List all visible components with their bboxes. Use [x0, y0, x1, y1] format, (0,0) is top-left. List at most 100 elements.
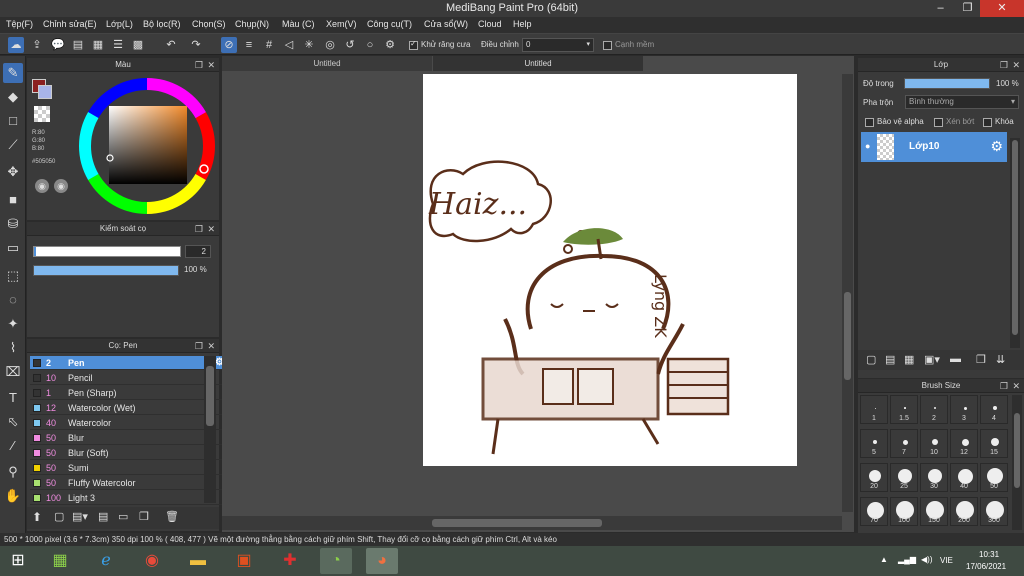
add-brush-icon[interactable]: ⬆ [32, 510, 42, 524]
internet-explorer-icon[interactable]: ℯ [90, 548, 122, 574]
app-stack-icon[interactable]: ▦ [44, 548, 76, 574]
windows-start-icon[interactable]: ⊞ [2, 548, 34, 574]
duplicate-icon[interactable]: ❐ [139, 510, 149, 523]
brush-item[interactable]: 2 Pen ⚙ [30, 356, 228, 370]
list-icon[interactable]: ☰ [110, 37, 126, 53]
brush-item[interactable]: 10 Pencil [30, 371, 228, 385]
hand-tool-icon[interactable]: ✋ [3, 486, 23, 506]
settings-icon[interactable]: ⚙ [382, 37, 398, 53]
folder-icon[interactable]: ▬ [950, 353, 961, 365]
popout-icon[interactable]: ❐ [1000, 58, 1008, 72]
medibang-icon[interactable]: ◕ [366, 548, 398, 574]
select-rect-icon[interactable]: ⬚ [3, 266, 23, 286]
gradient-tool-icon[interactable]: ▭ [3, 238, 23, 258]
canvas-hscroll[interactable] [222, 516, 842, 530]
select-eraser-icon[interactable]: ⌧ [3, 362, 23, 382]
chrome-icon[interactable]: ◉ [136, 548, 168, 574]
brush-tool-icon[interactable]: ✎ [3, 63, 23, 83]
duplicate-layer-icon[interactable]: ❐ [976, 353, 986, 366]
brush-size-cell[interactable]: 200 [950, 497, 978, 526]
comment-icon[interactable]: 💬 [50, 37, 66, 53]
transparent-swatch[interactable] [34, 106, 50, 122]
brush-size-cell[interactable]: 10 [920, 429, 948, 458]
clock-date[interactable]: 17/06/2021 [966, 562, 1006, 571]
popout-icon[interactable]: ❐ [1000, 379, 1008, 393]
layer-row[interactable]: ● Lớp10 ⚙ [861, 132, 1007, 162]
cloud-icon[interactable]: ☁ [8, 37, 24, 53]
redo-icon[interactable]: ↷ [188, 37, 204, 53]
eye-icon[interactable]: ● [865, 141, 870, 151]
protect-alpha-checkbox[interactable] [865, 118, 874, 127]
menu-select[interactable]: Chọn(S) [192, 19, 226, 29]
clipping-checkbox[interactable] [934, 118, 943, 127]
brush-size-cell[interactable]: 2 [920, 395, 948, 424]
trash-icon[interactable]: 🗑 [165, 510, 179, 523]
antialias-checkbox[interactable]: ✓ [409, 39, 418, 50]
document-icon[interactable]: ▦ [90, 37, 106, 53]
brush-item[interactable]: 50 Blur (Soft) [30, 446, 228, 460]
close-icon[interactable]: ✕ [207, 58, 215, 72]
correction-select[interactable]: 0 ▾ [522, 38, 594, 52]
grid-icon[interactable]: ▩ [130, 37, 146, 53]
brush-size-value[interactable]: 2 [185, 245, 211, 258]
brush-size-cell[interactable]: 1.5 [890, 395, 918, 424]
snap-off-icon[interactable]: ⊘ [221, 37, 237, 53]
brush-size-cell[interactable]: 50 [980, 463, 1008, 492]
layer-scrollbar[interactable] [1010, 138, 1020, 348]
menu-color[interactable]: Màu (C) [282, 19, 315, 29]
brush-list-scrollbar[interactable] [204, 356, 216, 503]
brush-size-cell[interactable]: 40 [950, 463, 978, 492]
eyedropper-icon[interactable]: ⚲ [3, 462, 23, 482]
media-icon[interactable]: ▣ [228, 548, 260, 574]
brush-size-slider[interactable] [33, 246, 181, 257]
brush-size-cell[interactable]: 12 [950, 429, 978, 458]
brush-item[interactable]: 12 Watercolor (Wet) [30, 401, 228, 415]
close-button[interactable]: ✕ [980, 0, 1024, 17]
brush-size-cell[interactable]: 7 [890, 429, 918, 458]
menu-capture[interactable]: Chụp(N) [235, 19, 269, 29]
brush-size-cell[interactable]: 4 [980, 395, 1008, 424]
rectangle-fill-icon[interactable]: ■ [3, 190, 23, 210]
undo-icon[interactable]: ↶ [163, 37, 179, 53]
close-icon[interactable]: ✕ [1012, 379, 1020, 393]
eraser-tool-icon[interactable]: ◆ [3, 87, 23, 107]
divide-tool-icon[interactable]: ⁄ [3, 436, 23, 456]
popout-icon[interactable]: ❐ [195, 222, 203, 236]
close-icon[interactable]: ✕ [207, 339, 215, 353]
layer-opacity-slider[interactable] [904, 78, 990, 89]
minimize-button[interactable]: – [927, 0, 954, 17]
lasso-icon[interactable]: ◌ [3, 290, 23, 310]
popout-icon[interactable]: ❐ [195, 339, 203, 353]
palette-icon[interactable]: ◉ [35, 179, 49, 193]
folder-icon[interactable]: ▭ [118, 510, 128, 523]
blend-select[interactable]: Bình thường ▾ [905, 95, 1019, 109]
brush-item[interactable]: 40 Watercolor [30, 416, 228, 430]
magic-wand-icon[interactable]: ✦ [3, 314, 23, 334]
tab-untitled-1[interactable]: Untitled [222, 56, 432, 71]
brush-size-cell[interactable]: 5 [860, 429, 888, 458]
brush-size-cell[interactable]: 70 [860, 497, 888, 526]
popout-icon[interactable]: ❐ [195, 58, 203, 72]
brush-item[interactable]: 50 Sumi [30, 461, 228, 475]
add-layer-menu-icon[interactable]: ▣▾ [924, 353, 940, 366]
green-app-icon[interactable]: ◔ [320, 548, 352, 574]
curve-snap-icon[interactable]: ↺ [342, 37, 358, 53]
brush-settings-icon[interactable]: ▤ [98, 510, 108, 523]
shape-tool-icon[interactable]: □ [3, 111, 23, 131]
close-icon[interactable]: ✕ [1012, 58, 1020, 72]
drawing-canvas[interactable]: Haiz... Lyng ZK [423, 74, 797, 466]
brush-size-cell[interactable]: 150 [920, 497, 948, 526]
message-icon[interactable]: ▤ [70, 37, 86, 53]
brush-opacity-slider[interactable] [33, 265, 179, 276]
close-icon[interactable]: ✕ [207, 222, 215, 236]
restore-button[interactable]: ❐ [954, 0, 981, 17]
cross-snap-icon[interactable]: # [261, 37, 277, 53]
brush-size-cell[interactable]: 20 [860, 463, 888, 492]
move-tool-icon[interactable]: ✥ [3, 162, 23, 182]
menu-tools[interactable]: Công cụ(T) [367, 19, 412, 29]
new-1bit-layer-icon[interactable]: ▦ [904, 353, 914, 366]
brush-size-cell[interactable]: 1 [860, 395, 888, 424]
app-red-icon[interactable]: ✚ [274, 548, 306, 574]
brush-add-menu-icon[interactable]: ▤▾ [72, 510, 88, 523]
share-icon[interactable]: ⇪ [29, 37, 45, 53]
